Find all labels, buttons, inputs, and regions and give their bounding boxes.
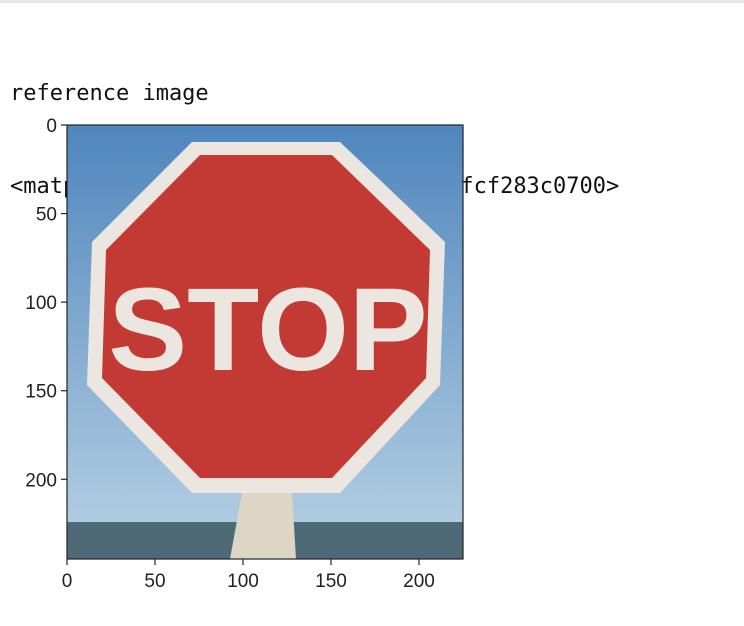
x-tick-label: 200 bbox=[403, 571, 435, 592]
x-tick-label: 150 bbox=[315, 571, 347, 592]
displayed-image: STOP bbox=[67, 125, 463, 559]
x-tick-label: 100 bbox=[227, 571, 259, 592]
y-tick-label: 0 bbox=[46, 116, 57, 137]
y-axis: 0 50 100 150 200 bbox=[25, 116, 67, 491]
y-tick-label: 100 bbox=[25, 293, 57, 314]
y-tick-label: 50 bbox=[36, 205, 57, 226]
x-axis: 0 50 100 150 200 bbox=[62, 559, 435, 592]
x-tick-label: 0 bbox=[62, 571, 73, 592]
y-tick-label: 200 bbox=[25, 470, 57, 491]
image-plot: STOP 0 50 100 150 200 0 50 100 150 200 bbox=[25, 116, 464, 592]
y-tick-label: 150 bbox=[25, 382, 57, 403]
stop-sign-text: STOP bbox=[108, 264, 427, 396]
x-tick-label: 50 bbox=[144, 571, 165, 592]
